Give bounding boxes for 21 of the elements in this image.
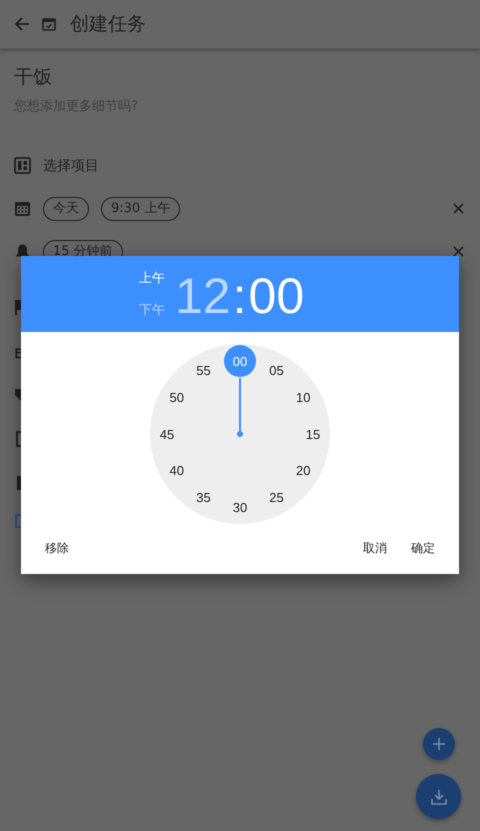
minute-number[interactable]: 45 — [151, 418, 183, 450]
flag-icon — [14, 299, 21, 315]
time-separator: : — [232, 271, 247, 321]
board-icon — [14, 157, 31, 174]
back-icon[interactable] — [14, 16, 30, 32]
close-icon[interactable] — [451, 244, 466, 259]
dialog-button[interactable]: 移除 — [33, 534, 81, 562]
download-icon — [430, 788, 448, 806]
clock-hand — [237, 378, 243, 437]
clock-dial[interactable]: 00 05 10 15 20 25 30 35 40 45 50 55 — [150, 344, 330, 524]
add-button[interactable] — [422, 728, 454, 760]
calendar-icon — [14, 200, 31, 217]
minute-number[interactable]: 15 — [297, 418, 329, 450]
dialog-button[interactable]: 取消 — [351, 534, 399, 562]
dialog-button[interactable]: 确定 — [399, 534, 447, 562]
save-button[interactable] — [416, 774, 461, 819]
page-title: 创建任务 — [70, 12, 146, 37]
plus-icon — [432, 737, 446, 751]
calendar-check-icon — [42, 17, 56, 31]
minute-number[interactable]: 30 — [224, 491, 256, 523]
close-icon[interactable] — [451, 201, 466, 216]
